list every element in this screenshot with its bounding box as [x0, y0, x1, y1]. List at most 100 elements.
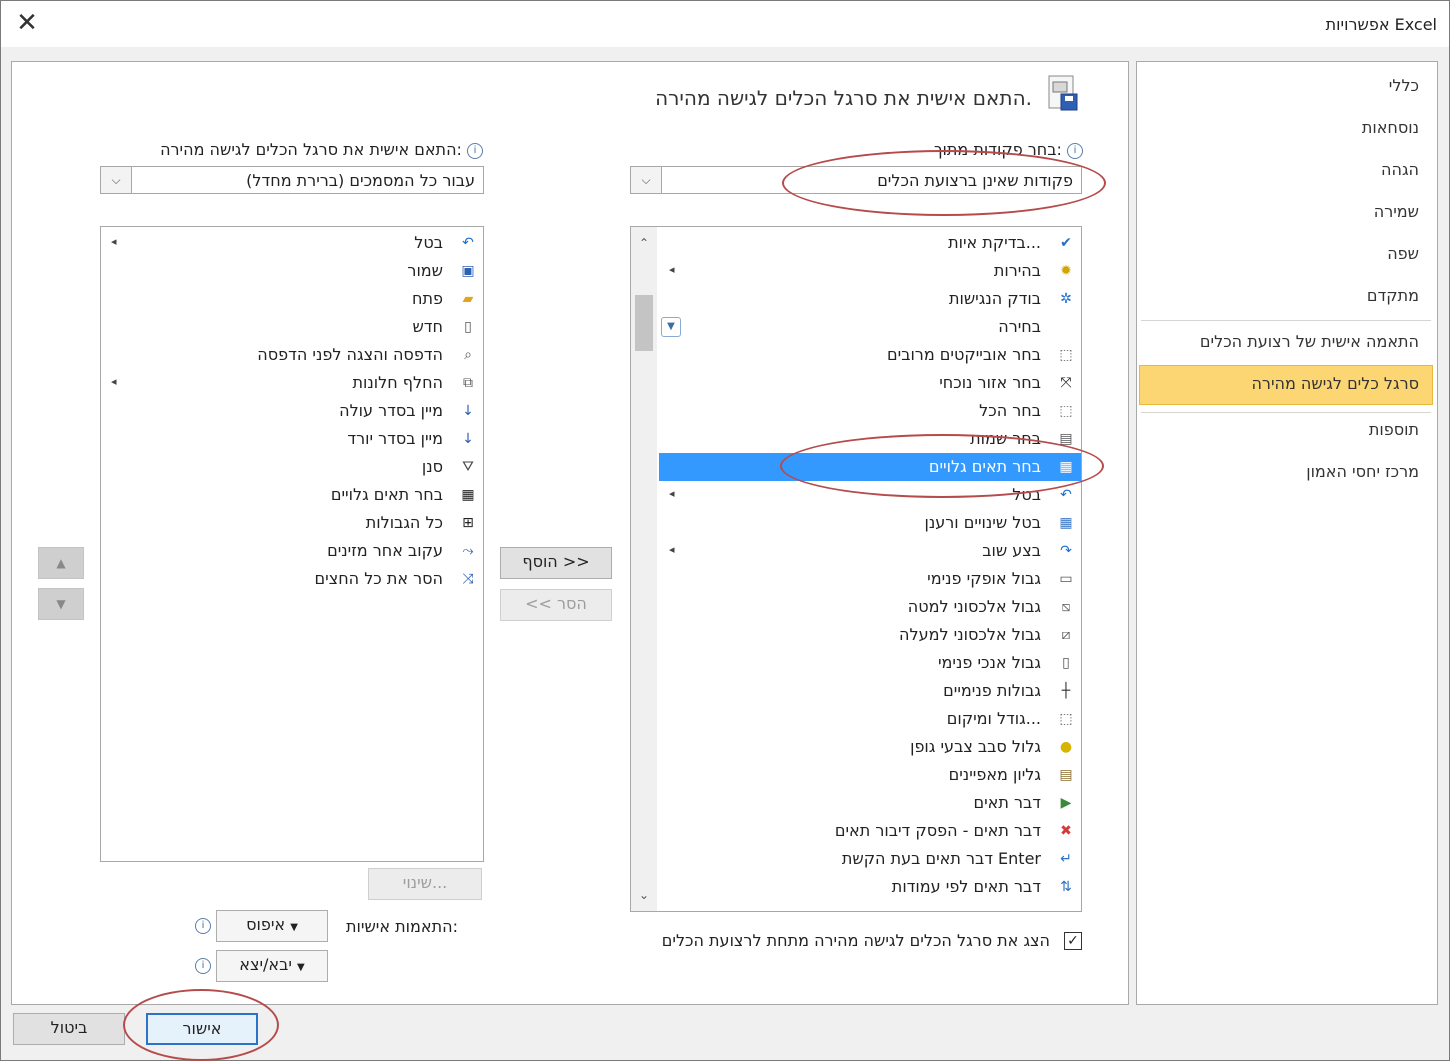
scroll-up-icon[interactable]: ⌃ — [631, 233, 657, 253]
command-row[interactable]: ▶ דבר תאים — [659, 789, 1081, 817]
command-row[interactable]: ↶ בטל ◂ — [659, 481, 1081, 509]
command-row[interactable]: ▯ גבול אנכי פנימי — [659, 649, 1081, 677]
command-row[interactable]: ▤ גליון מאפיינים — [659, 761, 1081, 789]
modify-button[interactable]: שינוי... — [368, 868, 482, 900]
brightness-icon: ✹ — [1060, 263, 1072, 279]
chevron-down-icon[interactable]: ⌵ — [631, 167, 662, 193]
command-row[interactable]: ⧄ גבול אלכסוני למעלה — [659, 621, 1081, 649]
gallery-dropdown-icon[interactable]: ▼ — [661, 317, 681, 337]
scroll-thumb[interactable] — [635, 295, 653, 351]
qat-item-row[interactable]: ⧉ החלף חלונות ◂ — [101, 369, 483, 397]
command-label: גבול אלכסוני למטה — [907, 597, 1041, 616]
command-row[interactable]: ▦ בחר תאים גלויים — [659, 453, 1081, 481]
command-row[interactable]: ↷ בצע שוב ◂ — [659, 537, 1081, 565]
info-icon[interactable]: i — [467, 142, 483, 159]
show-below-checkbox[interactable]: ✓ — [1064, 932, 1082, 950]
submenu-arrow-icon: ◂ — [111, 375, 117, 388]
toolbar-customize-icon — [1048, 75, 1078, 111]
command-label: בחר אובייקטים מרובים — [887, 345, 1041, 364]
font-color-cycle-icon: ● — [1059, 739, 1073, 755]
customizations-label: התאמות אישיות: — [346, 917, 458, 936]
qat-item-row[interactable]: ↓ מיין בסדר יורד — [101, 425, 483, 453]
command-row[interactable]: ⬚ בחר הכל — [659, 397, 1081, 425]
command-row[interactable]: ✹ בהירות ◂ — [659, 257, 1081, 285]
command-row[interactable]: ▦ בטל שינויים ורענן — [659, 509, 1081, 537]
chevron-down-icon[interactable]: ⌵ — [101, 167, 132, 193]
customize-qat-combo[interactable]: ⌵ עבור כל המסמכים (ברירת מחדל) — [100, 166, 484, 194]
reset-button[interactable]: איפוס ▼ — [216, 910, 328, 942]
nav-item-addins[interactable]: תוספות — [1369, 420, 1419, 439]
qat-item-label: בחר תאים גלויים — [330, 485, 443, 504]
inside-horizontal-border-icon: ▭ — [1059, 571, 1073, 587]
scroll-down-icon[interactable]: ⌄ — [631, 885, 657, 905]
move-down-button[interactable]: ▼ — [38, 588, 84, 620]
qat-item-row[interactable]: ▣ שמור — [101, 257, 483, 285]
nav-item-advanced[interactable]: מתקדם — [1367, 286, 1419, 305]
qat-item-row[interactable]: ⊞ כל הגבולות — [101, 509, 483, 537]
sort-descending-icon: ↓ — [462, 431, 474, 447]
qat-item-row[interactable]: ⤳ עקוב אחר מזינים — [101, 537, 483, 565]
inside-borders-icon: ┼ — [1061, 683, 1071, 699]
command-row[interactable]: ⬚ גודל ומיקום... — [659, 705, 1081, 733]
nav-item-general[interactable]: כללי — [1389, 76, 1419, 95]
qat-item-row[interactable]: ↶ בטל ◂ — [101, 229, 483, 257]
command-row[interactable]: ▭ גבול אופקי פנימי — [659, 565, 1081, 593]
nav-item-save[interactable]: שמירה — [1374, 202, 1419, 221]
open-folder-icon: ▰ — [462, 291, 474, 307]
nav-item-proofing[interactable]: הגהה — [1381, 160, 1419, 179]
select-objects-icon: ⬚ — [1059, 347, 1073, 363]
qat-list[interactable]: ↶ בטל ◂ ▣ שמור ▰ פתח ▯ חדש ⌕ הדפסה והצגה לפני הדפס… — [100, 226, 484, 862]
commands-scrollbar[interactable]: ⌃ ⌄ — [631, 227, 657, 911]
select-all-icon: ⬚ — [1059, 403, 1073, 419]
qat-item-row[interactable]: ▯ חדש — [101, 313, 483, 341]
add-button[interactable]: הוסף >> — [500, 547, 612, 579]
command-row[interactable]: ┼ גבולות פנימיים — [659, 677, 1081, 705]
info-icon[interactable]: i — [195, 958, 211, 974]
command-row[interactable]: ⤧ בחר אזור נוכחי — [659, 369, 1081, 397]
nav-item-quick-access-toolbar[interactable]: סרגל כלים לגישה מהירה — [1251, 374, 1419, 393]
choose-commands-text: בחר פקודות מתוך: — [933, 140, 1062, 159]
nav-item-customize-ribbon[interactable]: התאמה אישית של רצועת הכלים — [1200, 332, 1419, 351]
qat-item-row[interactable]: ▰ פתח — [101, 285, 483, 313]
remove-button[interactable]: << הסר — [500, 589, 612, 621]
command-row[interactable]: ▤ בחר שמות — [659, 425, 1081, 453]
close-icon[interactable]: ✕ — [13, 9, 41, 37]
command-row[interactable]: ⬚ בחר אובייקטים מרובים — [659, 341, 1081, 369]
cancel-button[interactable]: ביטול — [13, 1013, 125, 1045]
qat-item-row[interactable]: ↓ מיין בסדר עולה — [101, 397, 483, 425]
qat-item-row[interactable]: ▦ בחר תאים גלויים — [101, 481, 483, 509]
command-label: בטל — [1012, 485, 1041, 504]
command-row[interactable]: ● גלול סבב צבעי גופן — [659, 733, 1081, 761]
current-region-icon: ⤧ — [1060, 375, 1072, 391]
qat-item-row[interactable]: ⛛ סנן — [101, 453, 483, 481]
qat-item-row[interactable]: ⤨ הסר את כל החצים — [101, 565, 483, 593]
qat-item-row[interactable]: ⌕ הדפסה והצגה לפני הדפסה — [101, 341, 483, 369]
command-row[interactable]: בחירה ▼ — [659, 313, 1081, 341]
info-icon[interactable]: i — [1067, 142, 1083, 159]
command-row[interactable]: ⇅ דבר תאים לפי עמודות — [659, 873, 1081, 901]
commands-list[interactable]: ⌃ ⌄ ✔ בדיקת איות... ✹ בהירות ◂ ✲ בודק הנגישות ב… — [630, 226, 1082, 912]
inside-vertical-border-icon: ▯ — [1062, 655, 1070, 671]
nav-separator — [1141, 412, 1431, 413]
command-row[interactable]: ✲ בודק הנגישות — [659, 285, 1081, 313]
qat-item-label: פתח — [412, 289, 443, 308]
choose-commands-combo[interactable]: ⌵ פקודות שאינן ברצועת הכלים — [630, 166, 1082, 194]
command-row[interactable]: ✔ בדיקת איות... — [659, 229, 1081, 257]
nav-item-language[interactable]: שפה — [1387, 244, 1419, 263]
command-row[interactable]: ↵ דבר תאים בעת הקשת Enter — [659, 845, 1081, 873]
command-row[interactable]: ✖ דבר תאים - הפסק דיבור תאים — [659, 817, 1081, 845]
show-below-label[interactable]: הצג את סרגל הכלים לגישה מהירה מתחת לרצוע… — [610, 930, 1050, 952]
import-export-button[interactable]: יבא/יצא ▼ — [216, 950, 328, 982]
customize-qat-label: התאם אישית את סרגל הכלים לגישה מהירה: i — [160, 140, 483, 159]
remove-arrows-icon: ⤨ — [462, 571, 474, 587]
move-up-button[interactable]: ▲ — [38, 547, 84, 579]
command-label: בחר תאים גלויים — [928, 457, 1041, 476]
info-icon[interactable]: i — [195, 918, 211, 934]
ok-button[interactable]: אישור — [146, 1013, 258, 1045]
command-row[interactable]: ⧅ גבול אלכסוני למטה — [659, 593, 1081, 621]
submenu-arrow-icon: ◂ — [669, 263, 675, 276]
nav-item-formulas[interactable]: נוסחאות — [1362, 118, 1419, 137]
command-label: בצע שוב — [982, 541, 1041, 560]
qat-item-label: מיין בסדר עולה — [339, 401, 443, 420]
nav-item-trust-center[interactable]: מרכז יחסי האמון — [1306, 462, 1419, 481]
